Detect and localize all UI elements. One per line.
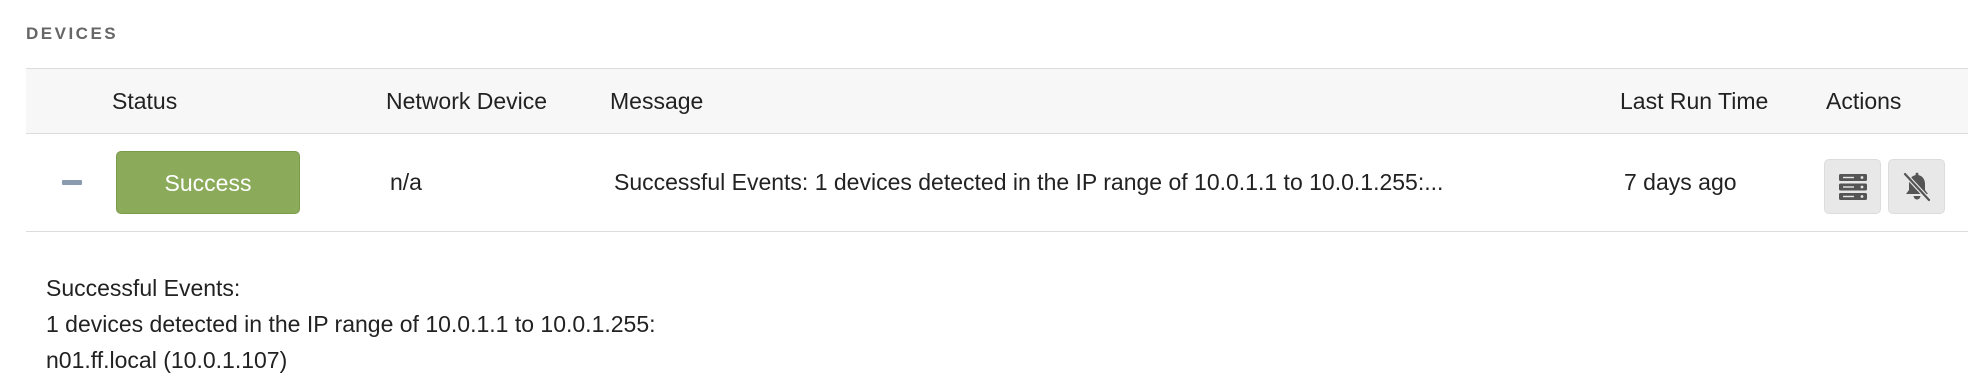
details-line: 1 devices detected in the IP range of 10…: [46, 311, 656, 337]
mute-notifications-button[interactable]: [1888, 159, 1945, 214]
column-header-message[interactable]: Message: [610, 69, 703, 133]
server-action-button[interactable]: [1824, 159, 1881, 214]
message-cell: Successful Events: 1 devices detected in…: [614, 169, 1444, 195]
table-header: Status Network Device Message Last Run T…: [26, 68, 1968, 134]
collapse-row-toggle[interactable]: [62, 180, 82, 185]
network-device-cell: n/a: [390, 169, 422, 195]
section-title: DEVICES: [26, 24, 119, 43]
row-details: Successful Events: 1 devices detected in…: [46, 270, 656, 378]
column-header-actions: Actions: [1826, 88, 1902, 114]
column-header-network-device[interactable]: Network Device: [386, 69, 547, 133]
devices-table: Status Network Device Message Last Run T…: [26, 68, 1968, 232]
column-header-status[interactable]: Status: [112, 69, 177, 133]
last-run-time-cell: 7 days ago: [1624, 169, 1737, 195]
server-icon: [1838, 173, 1867, 200]
table-row: Success n/a Successful Events: 1 devices…: [26, 134, 1968, 232]
details-line: Successful Events:: [46, 275, 241, 301]
details-line: n01.ff.local (10.0.1.107): [46, 347, 288, 373]
status-badge: Success: [116, 151, 300, 214]
column-header-last-run-time[interactable]: Last Run Time: [1620, 69, 1768, 133]
bell-slash-icon: [1902, 171, 1931, 202]
